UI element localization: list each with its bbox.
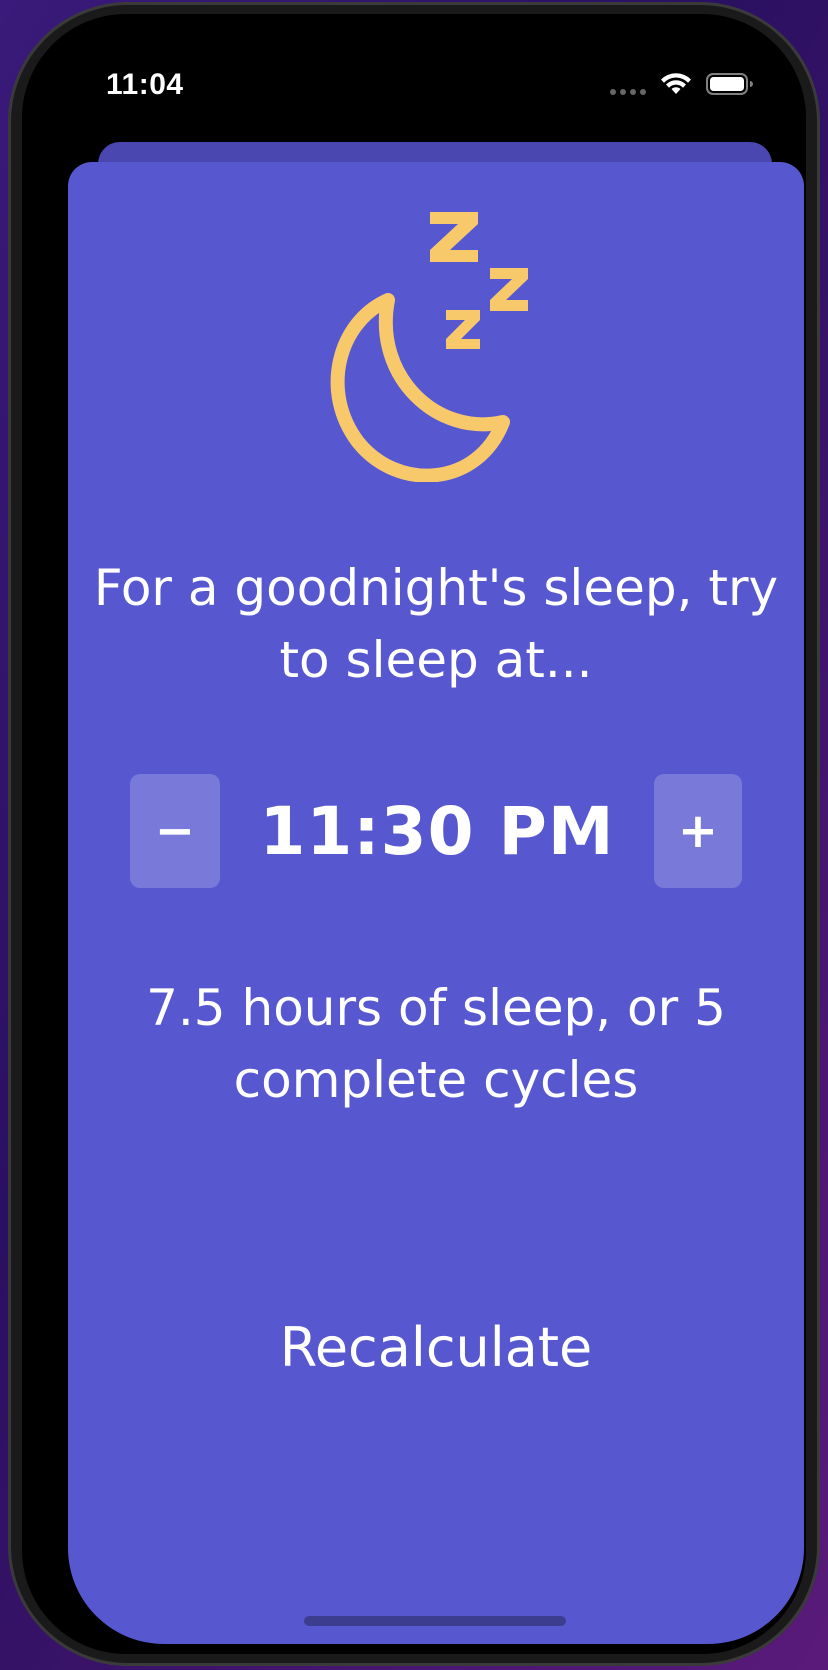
status-bar: 11:04 [22, 14, 806, 124]
battery-icon [706, 73, 753, 95]
cellular-signal-icon [610, 73, 646, 95]
status-icons [610, 72, 754, 96]
headline: For a goodnight's sleep, try to sleep at… [93, 559, 779, 689]
sleep-sheet: For a goodnight's sleep, try to sleep at… [68, 162, 804, 1644]
recalculate-button[interactable]: Recalculate [236, 1302, 636, 1392]
home-indicator[interactable] [304, 1616, 566, 1626]
moon-with-zzz-icon [330, 212, 528, 482]
sleep-summary: 7.5 hours of sleep, or 5 complete cycles [146, 979, 726, 1109]
device-screen: 11:04 For a goodnight's sleep, try to sl… [22, 14, 806, 1654]
wifi-icon [661, 73, 691, 94]
bedtime-value: 11:30 PM [259, 792, 615, 870]
decrease-time-button[interactable]: − [130, 774, 220, 888]
increase-time-button[interactable]: + [654, 774, 742, 888]
status-time: 11:04 [106, 68, 184, 101]
bedtime-stepper: − 11:30 PM + [130, 774, 742, 888]
